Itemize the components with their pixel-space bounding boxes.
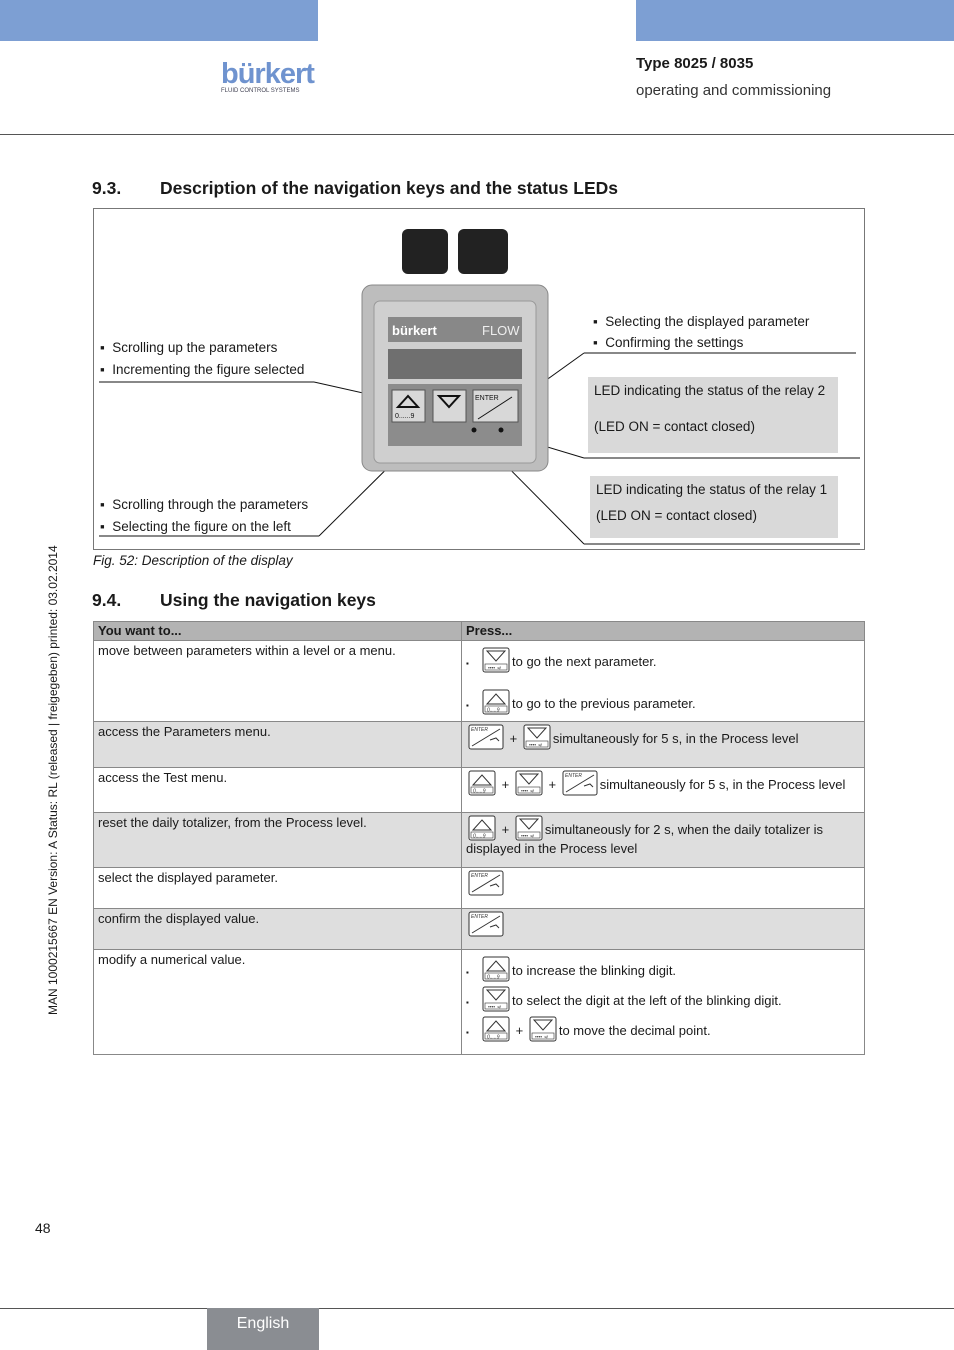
up-key-icon: 0.....9 [468,770,496,796]
svg-text:0.....9: 0.....9 [487,708,500,714]
up-key-icon: 0.....9 [482,956,510,982]
section-heading: 9.4. Using the navigation keys [92,590,376,610]
led-relay2-note: LED indicating the status of the relay 2… [588,377,838,453]
up-key-icon: 0.....9 [482,689,510,715]
table-cell: ▪ •••• ⊲ to go the next parameter. ▪ 0.....… [461,640,865,722]
svg-text:•••• ⊲: •••• ⊲ [521,834,534,840]
down-key-icon: •••• ⊲ [515,770,543,796]
table-cell: ENTER [461,908,865,950]
table-row: modify a numerical value. ▪ 0.....9 to inc… [93,949,865,1055]
svg-text:FLOW: FLOW [482,323,520,338]
table-row: move between parameters within a level o… [93,640,865,722]
table-row: confirm the displayed value. ENTER [93,908,865,950]
label-enter-2: ▪ Confirming the settings [593,335,744,350]
svg-text:0.....9: 0.....9 [487,1035,500,1041]
table-cell: select the displayed parameter. [93,867,462,909]
table-cell: ENTER + •••• ⊲ simultaneously for 5 s, in… [461,721,865,768]
label-down-2: ▪ Selecting the figure on the left [100,519,291,534]
enter-key-icon: ENTER [468,911,504,937]
table-row: reset the daily totalizer, from the Proc… [93,812,865,868]
navigation-keys-table: You want to... Press... move between para… [93,621,865,1055]
svg-text:•••• ⊲: •••• ⊲ [535,1035,548,1041]
svg-text:0......9: 0......9 [395,413,415,420]
table-cell: Press... [461,621,865,641]
svg-text:ENTER: ENTER [565,773,582,779]
svg-text:ENTER: ENTER [471,914,488,920]
enter-key-icon: ENTER [468,870,504,896]
label-down-1: ▪ Scrolling through the parameters [100,497,309,512]
doc-type: Type 8025 / 8035 [636,55,754,72]
header-bar-left [0,0,318,41]
label-up-1: ▪ Scrolling up the parameters [100,340,278,355]
svg-text:bürkert: bürkert [392,323,437,338]
label-up-2: ▪ Incrementing the figure selected [100,362,305,377]
table-row: select the displayed parameter. ENTER [93,867,865,909]
svg-text:ENTER: ENTER [475,395,499,402]
header-bar-right [636,0,954,41]
table-cell: 0.....9 + •••• ⊲ simultaneously for 2 s, … [461,812,865,868]
table-row: access the Parameters menu. ENTER + •••• … [93,721,865,768]
up-key-icon: 0.....9 [482,1016,510,1042]
up-key-icon: 0.....9 [468,815,496,841]
side-print-info: MAN 1000215667 EN Version: A Status: RL … [46,545,60,1015]
figure-caption: Fig. 52: Description of the display [93,553,293,568]
led-relay1-note: LED indicating the status of the relay 1… [590,476,838,538]
device-image: bürkert FLOW ENTER 0......9 [361,229,549,472]
table-cell: access the Parameters menu. [93,721,462,768]
table-cell: ENTER [461,867,865,909]
page-number: 48 [35,1220,51,1236]
table-cell: confirm the displayed value. [93,908,462,950]
table-cell: You want to... [93,621,462,641]
down-key-icon: •••• ⊲ [515,815,543,841]
svg-text:•••• ⊲: •••• ⊲ [521,789,534,795]
brand-logo: bürkert FLUID CONTROL SYSTEMS [221,58,315,94]
footer-rule [0,1308,954,1309]
svg-text:•••• ⊲: •••• ⊲ [529,743,542,749]
label-enter-1: ▪ Selecting the displayed parameter [593,314,810,329]
table-cell: ▪ 0.....9 to increase the blinking digit. … [461,949,865,1055]
down-key-icon: •••• ⊲ [482,647,510,673]
down-key-icon: •••• ⊲ [482,986,510,1012]
table-row: access the Test menu. 0.....9 + •••• ⊲ + … [93,767,865,813]
svg-text:•••• ⊲: •••• ⊲ [488,1005,501,1011]
section-heading: 9.3. Description of the navigation keys a… [92,178,619,198]
svg-text:ENTER: ENTER [471,727,488,733]
table-cell: 0.....9 + •••• ⊲ + ENTER simultaneously f… [461,767,865,813]
header-rule [0,134,954,135]
figure-box: bürkert FLOW ENTER 0......9 ▪ Scrolling … [93,208,865,550]
enter-key-icon: ENTER [562,770,598,796]
svg-text:•••• ⊲: •••• ⊲ [488,666,501,672]
language-tab: English [207,1308,319,1350]
down-key-icon: •••• ⊲ [523,724,551,750]
down-key-icon: •••• ⊲ [529,1016,557,1042]
table-cell: modify a numerical value. [93,949,462,1055]
doc-subtitle: operating and commissioning [636,82,832,99]
svg-text:0.....9: 0.....9 [473,789,486,795]
svg-text:0.....9: 0.....9 [473,834,486,840]
enter-key-icon: ENTER [468,724,504,750]
table-cell: access the Test menu. [93,767,462,813]
svg-text:ENTER: ENTER [471,873,488,879]
table-cell: move between parameters within a level o… [93,640,462,722]
svg-text:0.....9: 0.....9 [487,975,500,981]
table-cell: reset the daily totalizer, from the Proc… [93,812,462,868]
